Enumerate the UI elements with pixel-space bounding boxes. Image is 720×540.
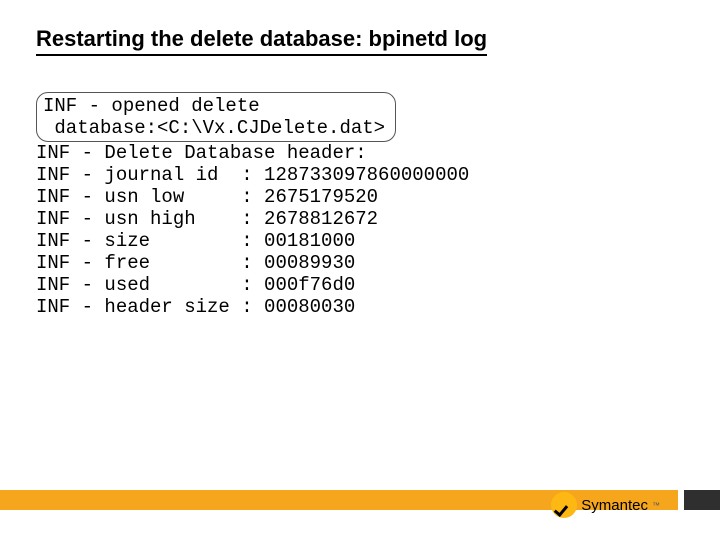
log-line: INF - size : 00181000 <box>36 230 684 252</box>
brand-text: Symantec <box>581 497 648 514</box>
brand-logo: Symantec ™ <box>551 492 660 518</box>
log-line: INF - journal id : 128733097860000000 <box>36 164 684 186</box>
log-highlight: INF - opened delete database:<C:\Vx.CJDe… <box>36 92 396 142</box>
log-line: INF - Delete Database header: <box>36 142 684 164</box>
footer-bar-dark <box>684 490 720 510</box>
log-line: INF - free : 00089930 <box>36 252 684 274</box>
log-line: INF - header size : 00080030 <box>36 296 684 318</box>
slide-root: Restarting the delete database: bpinetd … <box>0 0 720 540</box>
brand-trademark: ™ <box>652 501 660 510</box>
page-title: Restarting the delete database: bpinetd … <box>36 26 487 56</box>
log-line: INF - used : 000f76d0 <box>36 274 684 296</box>
check-icon <box>551 492 577 518</box>
log-block: INF - opened delete database:<C:\Vx.CJDe… <box>36 92 684 318</box>
log-line: INF - usn high : 2678812672 <box>36 208 684 230</box>
log-line: INF - usn low : 2675179520 <box>36 186 684 208</box>
